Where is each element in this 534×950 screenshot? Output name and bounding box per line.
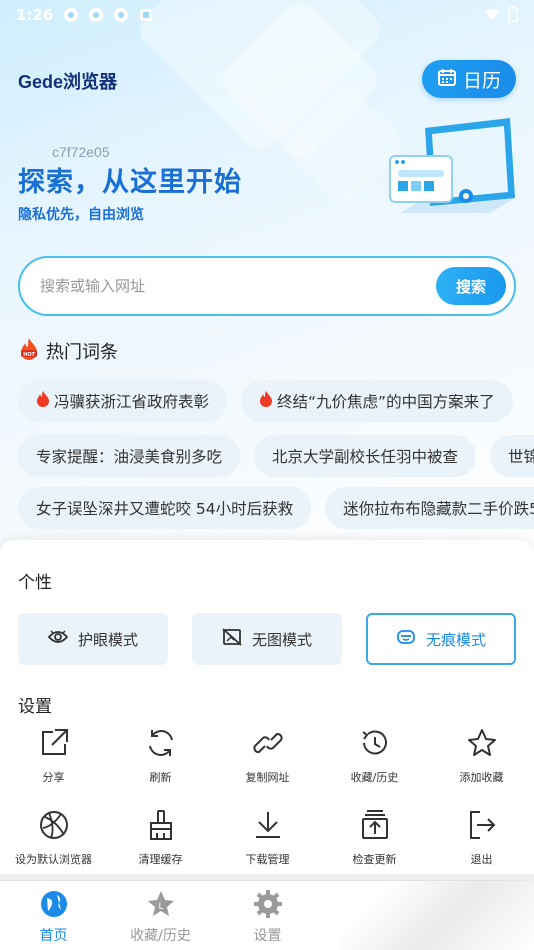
star-icon <box>467 729 496 756</box>
copy-url-button[interactable]: 复制网址 <box>214 726 321 785</box>
hot-topics-header: HOT 热门词条 <box>18 337 118 365</box>
no-image-mode-button[interactable]: 无图模式 <box>192 613 342 665</box>
calendar-label: 日历 <box>462 69 501 92</box>
hot-topic-text: 迷你拉布布隐藏款二手价跌5 <box>343 500 534 518</box>
hot-topic-text: 冯骥获浙江省政府表彰 <box>54 393 210 411</box>
incognito-icon <box>396 629 416 649</box>
hot-topic-chip[interactable]: 终结“九价焦虑”的中国方案来了 <box>241 380 513 422</box>
hot-topics-title: 热门词条 <box>46 342 118 363</box>
download-icon <box>255 812 280 838</box>
setting-label: 设为默认浏览器 <box>15 853 92 866</box>
battery-icon <box>508 6 518 26</box>
search-button[interactable]: 搜索 <box>436 267 506 305</box>
setting-label: 刷新 <box>149 771 172 784</box>
globe-icon <box>39 811 68 839</box>
wifi-icon <box>484 6 500 26</box>
gear-icon <box>253 890 282 918</box>
nav-label: 首页 <box>39 928 68 944</box>
home-globe-icon <box>40 891 67 917</box>
hero-subtitle: 隐私优先，自由浏览 <box>18 207 144 223</box>
setting-label: 添加收藏 <box>459 771 504 784</box>
hot-topic-text: 终结“九价焦虑”的中国方案来了 <box>277 393 495 411</box>
hot-topic-chip[interactable]: 世锦 <box>490 435 534 477</box>
add-bookmark-button[interactable]: 添加收藏 <box>428 726 534 785</box>
setting-label: 退出 <box>470 853 493 866</box>
download-manager-button[interactable]: 下载管理 <box>214 808 321 867</box>
fire-icon <box>36 390 50 412</box>
status-bar: 1:26 <box>0 0 534 30</box>
nav-settings[interactable]: 设置 <box>214 889 321 945</box>
hot-topic-chip[interactable]: 北京大学副校长任羽中被查 <box>254 435 477 477</box>
hot-fire-icon: HOT <box>18 337 40 365</box>
eye-protection-mode-button[interactable]: 护眼模式 <box>18 613 168 665</box>
search-input[interactable] <box>40 277 420 295</box>
link-icon <box>252 732 283 754</box>
nav-label: 收藏/历史 <box>130 928 191 944</box>
set-default-browser-button[interactable]: 设为默认浏览器 <box>0 808 107 867</box>
hero-title: 探索，从这里开始 <box>18 167 242 198</box>
menu-sheet: 个性 护眼模式 无图模式 无痕模式 设置 分享 刷新 复制网址 收藏/历史 添加… <box>0 540 534 880</box>
hot-topic-chip[interactable]: 专家提醒：油浸美食别多吃 <box>18 435 241 477</box>
hot-topic-text: 北京大学副校长任羽中被查 <box>272 448 459 466</box>
refresh-icon <box>148 730 173 756</box>
broom-icon <box>149 810 172 840</box>
settings-section-title: 设置 <box>18 697 52 717</box>
setting-label: 下载管理 <box>245 853 290 866</box>
mode-label: 护眼模式 <box>77 630 138 649</box>
gesture-overlay <box>340 880 534 950</box>
app-title: Gede浏览器 <box>18 72 118 92</box>
hot-topic-text: 世锦 <box>508 448 534 466</box>
calendar-icon <box>437 67 457 92</box>
nav-bookmarks-history[interactable]: L 收藏/历史 <box>107 889 214 945</box>
setting-label: 分享 <box>42 771 65 784</box>
personal-section-title: 个性 <box>18 573 52 593</box>
mode-label: 无痕模式 <box>425 630 486 649</box>
hot-row-2: 专家提醒：油浸美食别多吃 北京大学副校长任羽中被查 世锦 <box>18 435 534 477</box>
laptop-illustration <box>380 118 520 228</box>
svg-text:L: L <box>158 902 163 912</box>
hot-topic-chip[interactable]: 女子误坠深井又遭蛇咬 54小时后获救 <box>18 487 312 529</box>
app-notification-icon <box>113 7 129 23</box>
bookmarks-history-button[interactable]: 收藏/历史 <box>321 726 428 785</box>
share-button[interactable]: 分享 <box>0 726 107 785</box>
hot-topic-text: 专家提醒：油浸美食别多吃 <box>36 448 223 466</box>
eye-icon <box>47 629 69 649</box>
share-icon <box>41 729 68 755</box>
hot-topic-text: 女子误坠深井又遭蛇咬 54小时后获救 <box>36 500 294 518</box>
hot-row-1: 冯骥获浙江省政府表彰 终结“九价焦虑”的中国方案来了 <box>18 380 513 422</box>
exit-icon <box>469 811 495 839</box>
incognito-mode-button[interactable]: 无痕模式 <box>366 613 516 665</box>
clear-cache-button[interactable]: 清理缓存 <box>107 808 214 867</box>
setting-label: 清理缓存 <box>138 853 183 866</box>
mode-label: 无图模式 <box>251 630 312 649</box>
status-time: 1:26 <box>16 6 54 24</box>
nav-label: 设置 <box>253 928 282 944</box>
hot-row-3: 女子误坠深井又遭蛇咬 54小时后获救 迷你拉布布隐藏款二手价跌5 <box>18 487 534 529</box>
check-update-button[interactable]: 检查更新 <box>321 808 428 867</box>
session-code: c7f72e05 <box>52 144 110 160</box>
hot-topic-chip[interactable]: 冯骥获浙江省政府表彰 <box>18 380 228 422</box>
star-icon: L <box>147 891 174 916</box>
svg-text:HOT: HOT <box>23 352 35 358</box>
setting-label: 复制网址 <box>245 771 290 784</box>
setting-label: 收藏/历史 <box>350 771 399 784</box>
media-icon <box>138 7 154 23</box>
app-notification-icon <box>88 7 104 23</box>
nav-home[interactable]: 首页 <box>0 889 107 945</box>
calendar-button[interactable]: 日历 <box>422 60 516 98</box>
exit-button[interactable]: 退出 <box>428 808 534 867</box>
update-icon <box>361 810 388 839</box>
refresh-button[interactable]: 刷新 <box>107 726 214 785</box>
history-icon <box>361 730 387 755</box>
setting-label: 检查更新 <box>352 853 397 866</box>
fire-icon <box>259 390 273 412</box>
hot-topic-chip[interactable]: 迷你拉布布隐藏款二手价跌5 <box>325 487 534 529</box>
app-notification-icon <box>63 7 79 23</box>
search-bar: 搜索 <box>18 256 516 316</box>
no-image-icon <box>222 628 242 650</box>
